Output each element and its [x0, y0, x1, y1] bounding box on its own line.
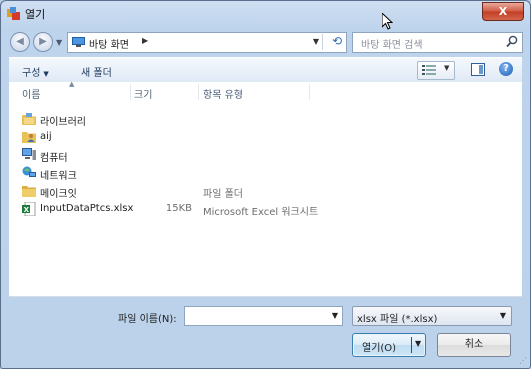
open-split-dropdown-icon[interactable]: ▼	[415, 339, 421, 348]
filename-label: 파일 이름(N):	[118, 314, 177, 325]
item-type: Microsoft Excel 워크시트	[203, 207, 319, 218]
breadcrumb-arrow-icon[interactable]: ▶	[142, 36, 148, 45]
column-header-size[interactable]: 크기	[134, 86, 152, 101]
list-item[interactable]: aij	[9, 128, 522, 146]
file-type-select[interactable]: xlsx 파일 (*.xlsx) ▼	[352, 306, 512, 326]
app-icon	[7, 7, 20, 20]
open-button[interactable]: 열기(O) ▼	[352, 333, 426, 357]
close-button[interactable]: X	[482, 2, 524, 21]
resize-grip-icon[interactable]: ⋰	[519, 356, 527, 365]
address-bar[interactable]: 바탕 화면 ▶ ▼ ⟲	[67, 32, 347, 53]
file-type-value: xlsx 파일 (*.xlsx)	[357, 314, 438, 325]
recent-pages-dropdown[interactable]: ▼	[56, 38, 64, 47]
item-name: InputDataPtcs.xlsx	[40, 203, 134, 214]
help-icon[interactable]: ?	[499, 62, 513, 76]
preview-pane-button[interactable]	[471, 63, 485, 76]
search-input[interactable]: 바탕 화면 검색	[352, 32, 523, 53]
title-bar: 열기 X	[1, 1, 530, 25]
list-item[interactable]: 라이브러리	[9, 110, 522, 128]
sort-ascending-icon: ▲	[69, 80, 75, 88]
chevron-down-icon[interactable]: ▼	[332, 311, 338, 320]
search-icon[interactable]	[506, 35, 518, 48]
column-header-name[interactable]: 이름	[22, 86, 40, 101]
desktop-icon	[72, 37, 85, 47]
organize-button[interactable]: 구성 ▼	[22, 64, 49, 79]
address-dropdown-icon[interactable]: ▼	[313, 37, 319, 46]
details-view-icon	[422, 65, 436, 75]
organize-label: 구성	[22, 68, 41, 79]
item-type: 파일 폴더	[203, 189, 243, 200]
chevron-down-icon: ▼	[444, 64, 450, 72]
svg-text:X: X	[24, 206, 30, 214]
open-dialog: 열기 X ◀ ▶ ▼ 바탕 화면 ▶ ▼ ⟲ 바탕 화면 검색 구성 ▼ 새 폴더	[0, 0, 531, 369]
mouse-cursor-icon	[382, 13, 393, 30]
list-item[interactable]: 네트워크	[9, 164, 522, 182]
chevron-down-icon: ▼	[43, 70, 49, 78]
network-icon	[22, 166, 36, 177]
library-icon	[22, 113, 36, 125]
column-header-type[interactable]: 항목 유형	[203, 86, 243, 101]
list-item[interactable]: 메이크잇 파일 폴더	[9, 182, 522, 200]
item-name: 컴퓨터	[40, 153, 68, 164]
computer-icon	[22, 148, 36, 160]
address-text[interactable]: 바탕 화면	[89, 36, 129, 51]
file-list: 이름 ▲ 크기 항목 유형 라이브러리 aij 컴퓨터 네트워크 메이크잇 파일…	[9, 80, 522, 297]
filename-input[interactable]: ▼	[184, 306, 343, 326]
window-title: 열기	[25, 8, 46, 21]
change-view-button[interactable]: ▼	[417, 61, 455, 80]
open-label: 열기(O)	[362, 343, 397, 354]
new-folder-button[interactable]: 새 폴더	[81, 64, 112, 79]
item-name: 네트워크	[40, 171, 77, 182]
item-name: 라이브러리	[40, 117, 86, 128]
excel-file-icon: X	[22, 202, 36, 216]
folder-icon	[22, 186, 36, 197]
search-placeholder: 바탕 화면 검색	[361, 40, 423, 51]
user-folder-icon	[22, 132, 36, 143]
refresh-icon[interactable]: ⟲	[332, 34, 342, 48]
chevron-down-icon: ▼	[499, 311, 506, 320]
command-bar: 구성 ▼ 새 폴더 ▼ ?	[9, 57, 522, 83]
list-item[interactable]: 컴퓨터	[9, 146, 522, 164]
cancel-button[interactable]: 취소	[437, 333, 511, 357]
list-item[interactable]: X InputDataPtcs.xlsx 15KB Microsoft Exce…	[9, 200, 522, 218]
back-button[interactable]: ◀	[10, 32, 30, 52]
item-name: 메이크잇	[40, 189, 77, 200]
item-name: aij	[40, 131, 52, 142]
forward-button[interactable]: ▶	[33, 32, 53, 52]
item-size: 15KB	[165, 203, 192, 214]
